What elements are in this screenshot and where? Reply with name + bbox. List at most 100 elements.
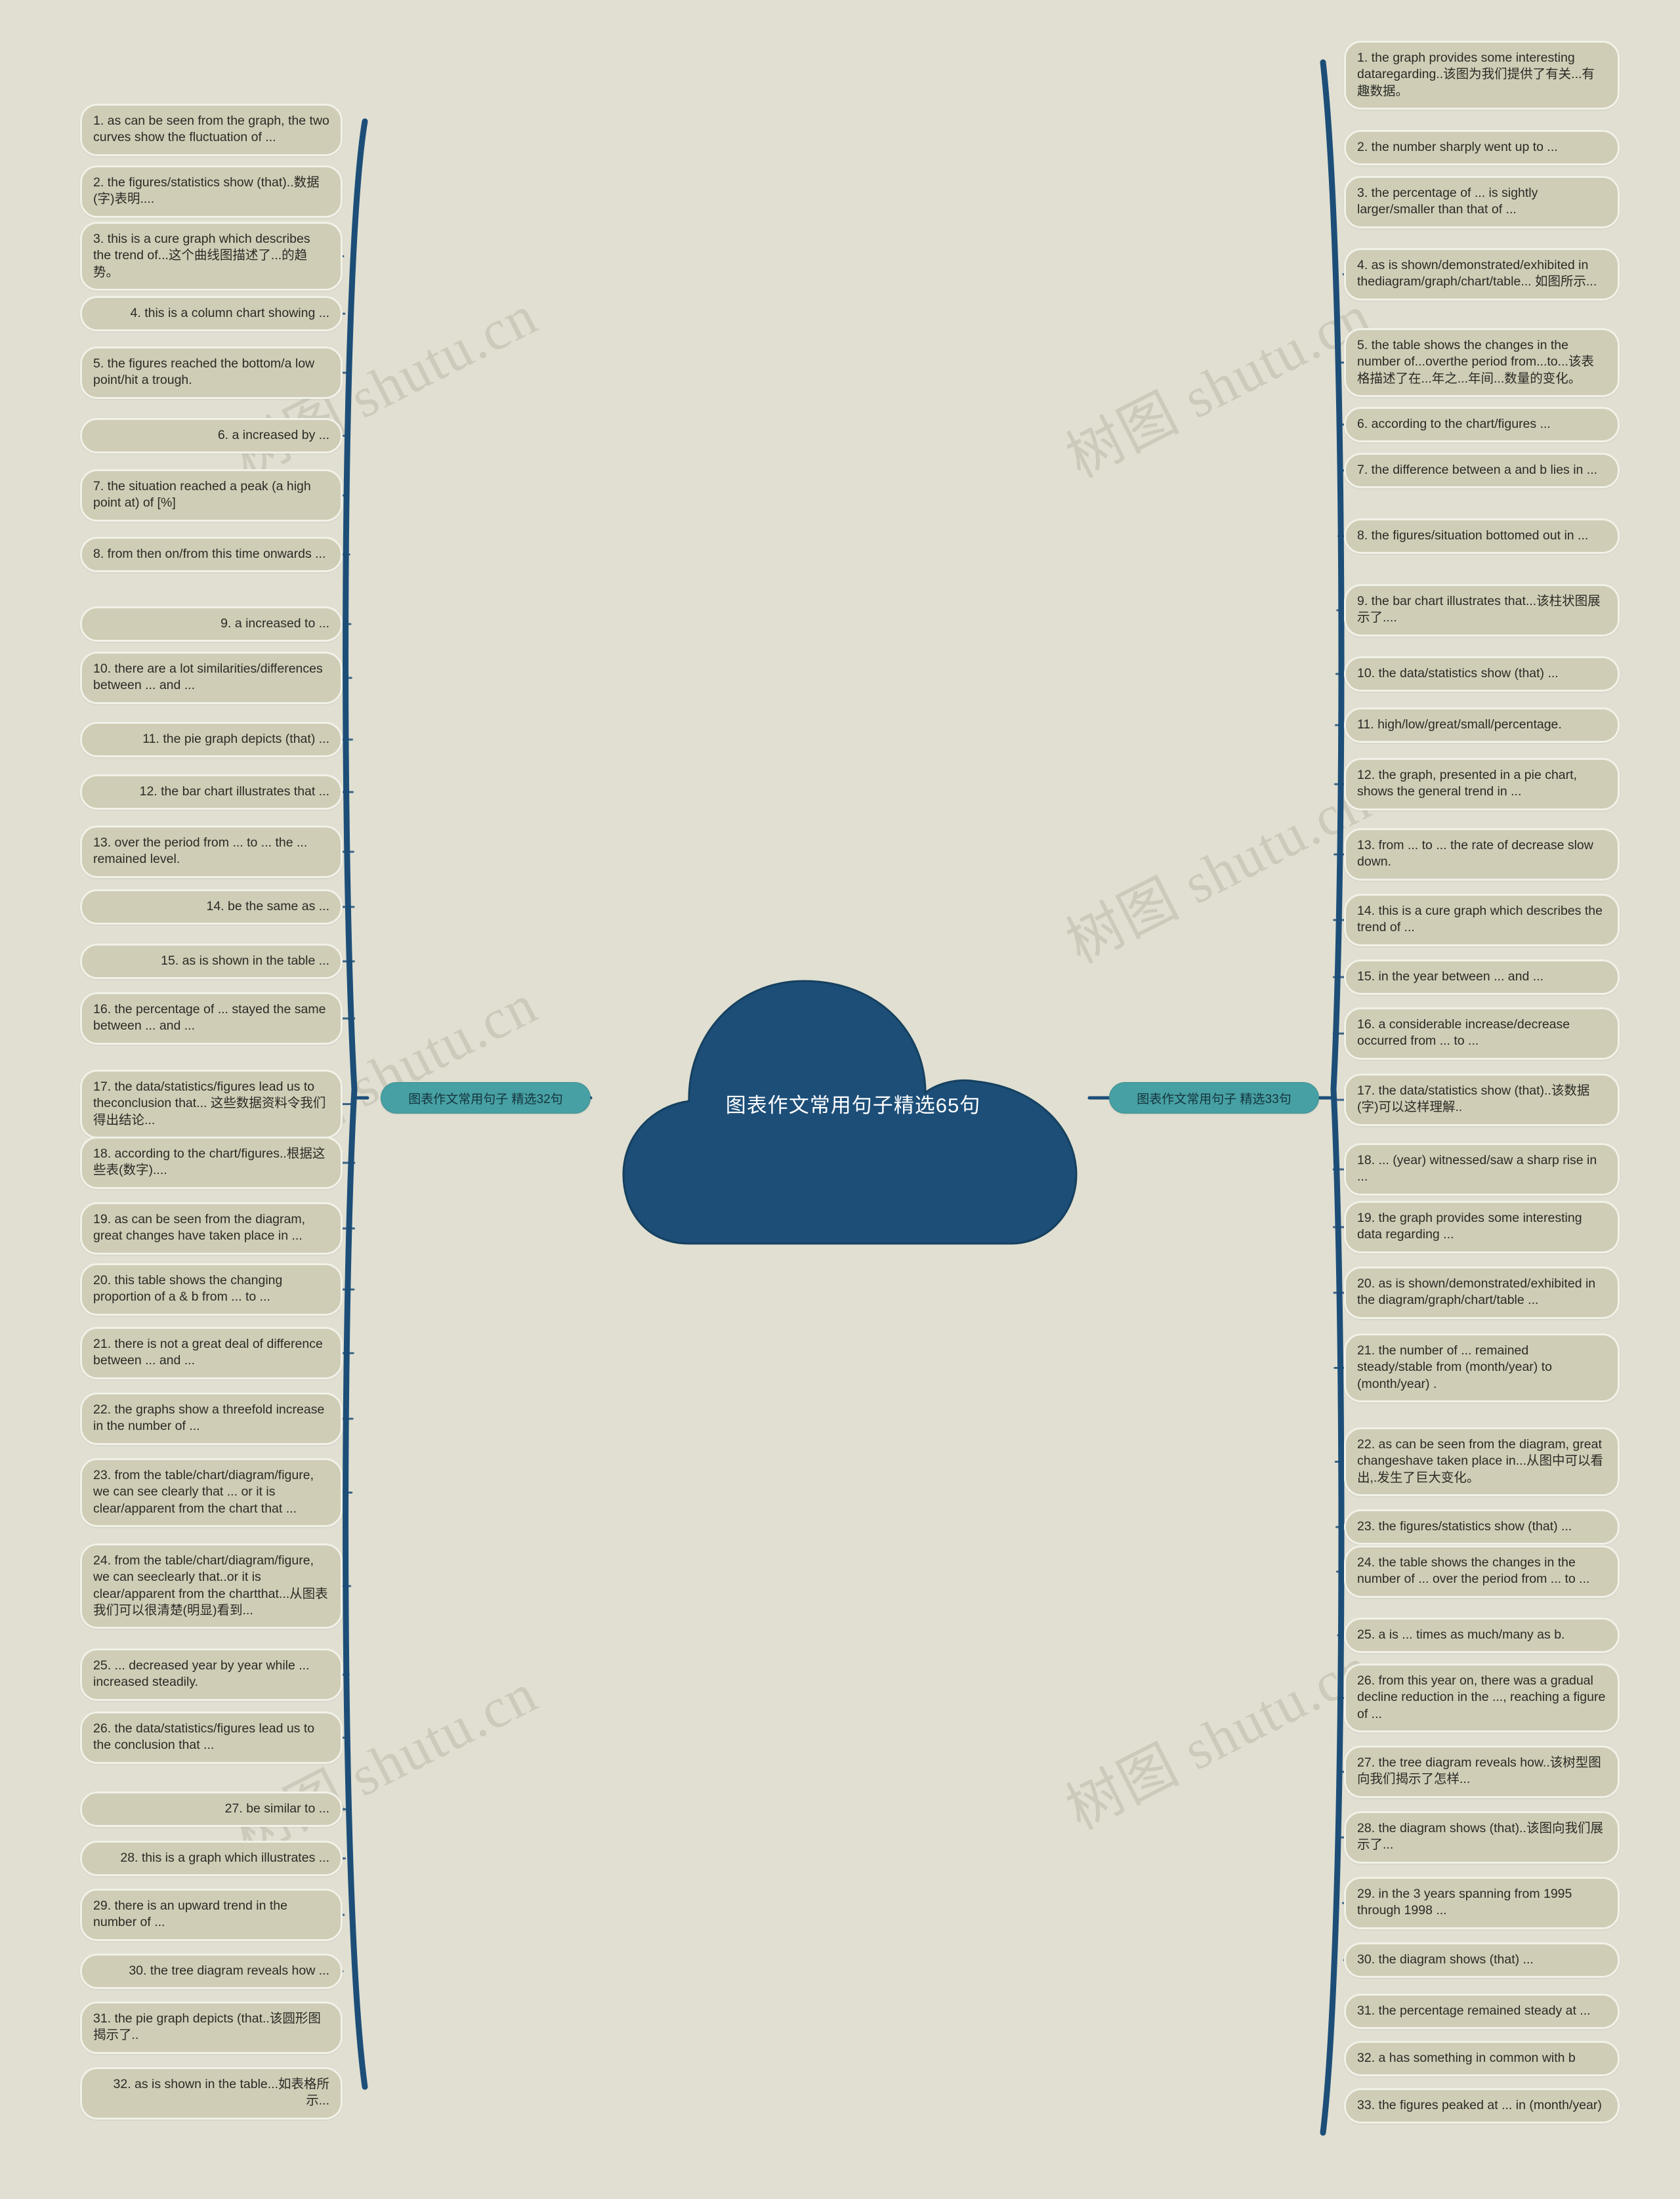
mindmap-item[interactable]: 33. the figures peaked at ... in (month/…	[1344, 2088, 1620, 2124]
mindmap-item[interactable]: 20. as is shown/demonstrated/exhibited i…	[1344, 1267, 1620, 1319]
mindmap-item-label: 19. as can be seen from the diagram, gre…	[93, 1212, 306, 1244]
mindmap-item[interactable]: 5. the table shows the changes in the nu…	[1344, 328, 1620, 398]
mindmap-item[interactable]: 3. the percentage of ... is sightly larg…	[1344, 176, 1620, 228]
mindmap-item[interactable]: 10. there are a lot similarities/differe…	[80, 652, 343, 704]
mindmap-item[interactable]: 11. the pie graph depicts (that) ...	[80, 722, 343, 758]
mindmap-item[interactable]: 28. the diagram shows (that)..该图向我们展示了..…	[1344, 1811, 1620, 1864]
mindmap-item[interactable]: 14. be the same as ...	[80, 889, 343, 925]
mindmap-item-label: 11. high/low/great/small/percentage.	[1357, 717, 1562, 732]
mindmap-item[interactable]: 8. the figures/situation bottomed out in…	[1344, 518, 1620, 555]
mindmap-item[interactable]: 5. the figures reached the bottom/a low …	[80, 346, 343, 399]
mindmap-item[interactable]: 7. the situation reached a peak (a high …	[80, 469, 343, 522]
mindmap-item-label: 8. the figures/situation bottomed out in…	[1357, 528, 1589, 543]
mindmap-item[interactable]: 26. from this year on, there was a gradu…	[1344, 1664, 1620, 1733]
mindmap-item[interactable]: 24. from the table/chart/diagram/figure,…	[80, 1543, 343, 1629]
mindmap-item[interactable]: 22. the graphs show a threefold increase…	[80, 1393, 343, 1445]
mindmap-item[interactable]: 31. the pie graph depicts (that..该圆形图揭示了…	[80, 2001, 343, 2054]
branch-left[interactable]: 图表作文常用句子 精选32句	[381, 1082, 591, 1114]
mindmap-item-label: 22. the graphs show a threefold increase…	[93, 1402, 325, 1434]
mindmap-item[interactable]: 9. a increased to ...	[80, 606, 343, 642]
mindmap-item-label: 30. the diagram shows (that) ...	[1357, 1952, 1534, 1967]
mindmap-item-label: 32. as is shown in the table...如表格所示...	[113, 2077, 329, 2108]
mindmap-item-label: 5. the table shows the changes in the nu…	[1357, 338, 1594, 386]
mindmap-item[interactable]: 16. a considerable increase/decrease occ…	[1344, 1007, 1620, 1060]
branch-right-label: 图表作文常用句子 精选33句	[1137, 1092, 1292, 1106]
branch-right[interactable]: 图表作文常用句子 精选33句	[1109, 1082, 1319, 1114]
mindmap-item[interactable]: 30. the diagram shows (that) ...	[1344, 1942, 1620, 1979]
mindmap-item-label: 9. a increased to ...	[220, 616, 329, 631]
mindmap-item[interactable]: 25. a is ... times as much/many as b.	[1344, 1618, 1620, 1654]
mindmap-item[interactable]: 3. this is a cure graph which describes …	[80, 222, 343, 291]
mindmap-item-label: 11. the pie graph depicts (that) ...	[142, 732, 329, 746]
mindmap-item[interactable]: 2. the number sharply went up to ...	[1344, 130, 1620, 166]
mindmap-item-label: 19. the graph provides some interesting …	[1357, 1211, 1582, 1242]
mindmap-item-label: 16. the percentage of ... stayed the sam…	[93, 1002, 326, 1034]
mindmap-item[interactable]: 23. from the table/chart/diagram/figure,…	[80, 1458, 343, 1528]
root-node[interactable]: 图表作文常用句子精选65句	[617, 971, 1089, 1247]
mindmap-item[interactable]: 30. the tree diagram reveals how ...	[80, 1954, 343, 1990]
mindmap-item[interactable]: 26. the data/statistics/figures lead us …	[80, 1711, 343, 1764]
mindmap-item[interactable]: 13. over the period from ... to ... the …	[80, 826, 343, 878]
mindmap-item[interactable]: 27. the tree diagram reveals how..该树型图向我…	[1344, 1746, 1620, 1798]
mindmap-item[interactable]: 29. in the 3 years spanning from 1995 th…	[1344, 1877, 1620, 1929]
mindmap-item[interactable]: 23. the figures/statistics show (that) .…	[1344, 1509, 1620, 1545]
mindmap-item[interactable]: 21. the number of ... remained steady/st…	[1344, 1333, 1620, 1403]
mindmap-item[interactable]: 1. as can be seen from the graph, the tw…	[80, 104, 343, 156]
mindmap-item[interactable]: 8. from then on/from this time onwards .…	[80, 537, 343, 573]
mindmap-item-label: 25. ... decreased year by year while ...…	[93, 1658, 310, 1690]
mindmap-item[interactable]: 7. the difference between a and b lies i…	[1344, 453, 1620, 489]
mindmap-item[interactable]: 9. the bar chart illustrates that...该柱状图…	[1344, 584, 1620, 637]
mindmap-item-label: 20. this table shows the changing propor…	[93, 1273, 283, 1305]
mindmap-item[interactable]: 11. high/low/great/small/percentage.	[1344, 707, 1620, 743]
mindmap-item[interactable]: 19. as can be seen from the diagram, gre…	[80, 1202, 343, 1255]
mindmap-item[interactable]: 27. be similar to ...	[80, 1791, 343, 1828]
mindmap-item[interactable]: 17. the data/statistics show (that)..该数据…	[1344, 1074, 1620, 1126]
mindmap-item[interactable]: 24. the table shows the changes in the n…	[1344, 1545, 1620, 1598]
mindmap-item-label: 29. in the 3 years spanning from 1995 th…	[1357, 1887, 1572, 1918]
mindmap-item-label: 3. the percentage of ... is sightly larg…	[1357, 186, 1538, 217]
mindmap-item-label: 6. according to the chart/figures ...	[1357, 417, 1551, 431]
mindmap-item-label: 3. this is a cure graph which describes …	[93, 232, 310, 280]
mindmap-item[interactable]: 6. according to the chart/figures ...	[1344, 407, 1620, 443]
mindmap-item[interactable]: 12. the bar chart illustrates that ...	[80, 774, 343, 810]
mindmap-item[interactable]: 10. the data/statistics show (that) ...	[1344, 656, 1620, 692]
mindmap-item[interactable]: 14. this is a cure graph which describes…	[1344, 894, 1620, 946]
mindmap-item[interactable]: 1. the graph provides some interesting d…	[1344, 41, 1620, 110]
mindmap-item[interactable]: 4. this is a column chart showing ...	[80, 296, 343, 332]
mindmap-item-label: 20. as is shown/demonstrated/exhibited i…	[1357, 1276, 1596, 1308]
mindmap-item-label: 23. from the table/chart/diagram/figure,…	[93, 1468, 314, 1516]
mindmap-item-label: 6. a increased by ...	[217, 428, 329, 442]
mindmap-item[interactable]: 25. ... decreased year by year while ...…	[80, 1648, 343, 1701]
mindmap-item[interactable]: 13. from ... to ... the rate of decrease…	[1344, 828, 1620, 881]
mindmap-item[interactable]: 18. according to the chart/figures..根据这些…	[80, 1137, 343, 1189]
watermark: 树图 shutu.cn	[1057, 1635, 1381, 1842]
mindmap-item[interactable]: 2. the figures/statistics show (that)..数…	[80, 165, 343, 218]
mindmap-item-label: 27. the tree diagram reveals how..该树型图向我…	[1357, 1755, 1601, 1787]
mindmap-item-label: 32. a has something in common with b	[1357, 2051, 1576, 2065]
mindmap-item[interactable]: 15. in the year between ... and ...	[1344, 959, 1620, 995]
mindmap-item-label: 2. the figures/statistics show (that)..数…	[93, 175, 320, 207]
mindmap-item[interactable]: 22. as can be seen from the diagram, gre…	[1344, 1427, 1620, 1497]
mindmap-item-label: 16. a considerable increase/decrease occ…	[1357, 1017, 1570, 1049]
mindmap-item[interactable]: 18. ... (year) witnessed/saw a sharp ris…	[1344, 1143, 1620, 1196]
mindmap-item[interactable]: 28. this is a graph which illustrates ..…	[80, 1841, 343, 1877]
mindmap-item-label: 28. the diagram shows (that)..该图向我们展示了..…	[1357, 1821, 1603, 1853]
mindmap-item[interactable]: 20. this table shows the changing propor…	[80, 1263, 343, 1316]
mindmap-item-label: 12. the bar chart illustrates that ...	[139, 784, 329, 799]
mindmap-item[interactable]: 19. the graph provides some interesting …	[1344, 1201, 1620, 1253]
mindmap-item[interactable]: 21. there is not a great deal of differe…	[80, 1327, 343, 1379]
mindmap-item[interactable]: 32. a has something in common with b	[1344, 2041, 1620, 2077]
mindmap-item[interactable]: 15. as is shown in the table ...	[80, 944, 343, 980]
mindmap-item-label: 2. the number sharply went up to ...	[1357, 140, 1558, 154]
mindmap-item[interactable]: 6. a increased by ...	[80, 418, 343, 454]
mindmap-item[interactable]: 32. as is shown in the table...如表格所示...	[80, 2067, 343, 2120]
mindmap-item[interactable]: 12. the graph, presented in a pie chart,…	[1344, 758, 1620, 810]
mindmap-item[interactable]: 31. the percentage remained steady at ..…	[1344, 1994, 1620, 2030]
mindmap-item[interactable]: 16. the percentage of ... stayed the sam…	[80, 992, 343, 1045]
mindmap-item-label: 17. the data/statistics show (that)..该数据…	[1357, 1083, 1590, 1115]
mindmap-item[interactable]: 4. as is shown/demonstrated/exhibited in…	[1344, 248, 1620, 301]
mindmap-item[interactable]: 17. the data/statistics/figures lead us …	[80, 1070, 343, 1139]
mindmap-item-label: 24. the table shows the changes in the n…	[1357, 1555, 1590, 1587]
mindmap-canvas: 树图 shutu.cn 树图 shutu.cn 树图 shutu.cn 树图 s…	[0, 0, 1680, 2199]
mindmap-item[interactable]: 29. there is an upward trend in the numb…	[80, 1889, 343, 1941]
